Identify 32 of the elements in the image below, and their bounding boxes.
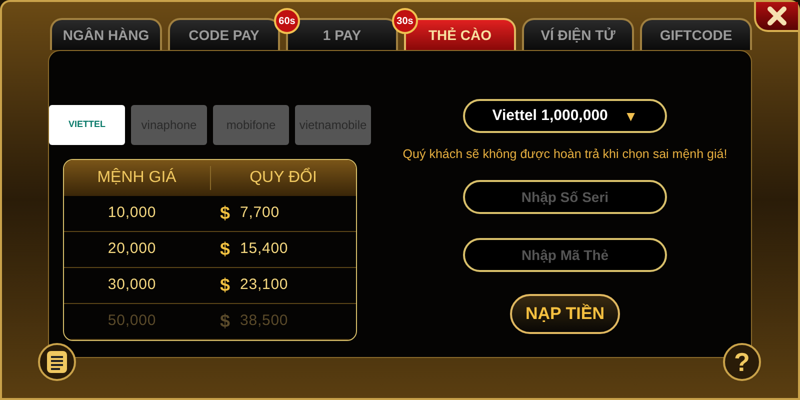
help-button[interactable]: ?	[723, 343, 761, 381]
dollar-sign: $	[220, 238, 230, 261]
column-header: QUY ĐỔI	[210, 166, 356, 190]
dollar-sign: $	[220, 310, 230, 333]
table-cell-text: 23,100	[240, 275, 288, 296]
ribbon-badge: 30s	[392, 8, 418, 34]
notes-button[interactable]	[38, 343, 76, 381]
document-icon	[46, 350, 68, 374]
ribbon-badge: 60s	[274, 8, 300, 34]
table-cell-text: 50,000	[106, 311, 158, 332]
dollar-sign: $	[220, 274, 230, 297]
table-cell-text: 20,000	[106, 239, 158, 260]
amount-dropdown[interactable]: Viettel 1,000,000 ▼	[463, 99, 667, 133]
top-up-button[interactable]: NẠP TIỀN	[510, 294, 620, 334]
table-cell-text: 7,700	[240, 203, 280, 224]
dollar-sign: $	[220, 202, 230, 225]
carrier-logo-button[interactable]: VIETTEL	[49, 105, 125, 145]
caret-icon: ▼	[624, 106, 638, 126]
tab[interactable]: NGÂN HÀNG	[50, 18, 162, 50]
column-header: MỆNH GIÁ	[96, 167, 178, 188]
close-icon	[767, 6, 787, 26]
serial-input-field[interactable]: Nhập Số Seri	[463, 180, 667, 214]
warning-text: Quý khách sẽ không được hoàn trả khi chọn sai mệnh giá!	[402, 146, 728, 163]
table-cell-text: 15,400	[240, 239, 288, 260]
close-button[interactable]	[754, 2, 798, 32]
table-cell-text: 30,000	[106, 275, 158, 296]
table-cell-text: 10,000	[106, 203, 158, 224]
tab[interactable]: CODE PAY	[168, 18, 280, 50]
tab[interactable]: VÍ ĐIỆN TỬ	[522, 18, 634, 50]
card-code-input-field[interactable]: Nhập Mã Thẻ	[463, 238, 667, 272]
table-cell-text: 38,500	[240, 311, 288, 332]
tab[interactable]: GIFTCODE	[640, 18, 752, 50]
